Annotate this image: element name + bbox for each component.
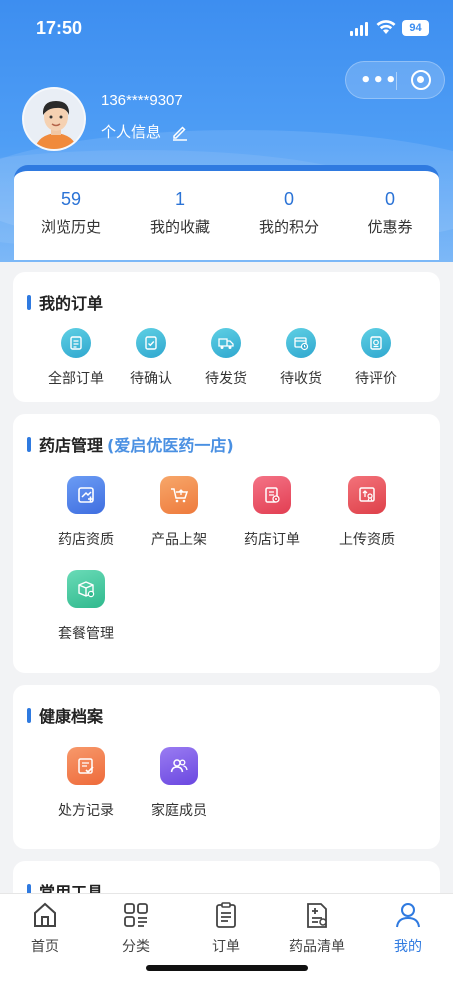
order-label: 待评价 xyxy=(355,371,397,387)
title-accent-bar xyxy=(27,436,31,452)
home-icon xyxy=(34,902,56,927)
battery-icon: 94 xyxy=(402,20,429,36)
order-pending-receive[interactable]: 待收货 xyxy=(263,328,339,388)
profile-link[interactable]: 个人信息 xyxy=(101,121,189,142)
grid-label: 处方记录 xyxy=(58,803,114,819)
grid-label: 家庭成员 xyxy=(151,803,207,819)
order-label: 全部订单 xyxy=(48,371,104,387)
grid-label: 药店订单 xyxy=(244,532,300,548)
stat-points[interactable]: 0 我的积分 xyxy=(234,189,344,237)
stat-label: 我的收藏 xyxy=(149,218,210,236)
tab-mine[interactable]: 我的 xyxy=(363,900,453,956)
stat-label: 优惠券 xyxy=(367,218,413,236)
stat-value: 1 xyxy=(174,189,185,209)
stats-card: 59 浏览历史 1 我的收藏 0 我的积分 0 优惠券 xyxy=(14,165,439,260)
home-indicator[interactable] xyxy=(146,965,308,971)
package-settings-icon xyxy=(67,570,105,608)
orders-card: 我的订单 全部订单 待确认 待发货 待收货 待评价 xyxy=(13,272,440,402)
user-phone: 136****9307 xyxy=(101,92,183,109)
more-icon[interactable]: ••• xyxy=(360,70,398,91)
tab-label: 我的 xyxy=(394,939,422,955)
order-settings-icon xyxy=(253,476,291,514)
family-icon xyxy=(160,747,198,785)
product-listing[interactable]: 产品上架 xyxy=(133,476,225,549)
wifi-icon xyxy=(376,20,396,34)
prescription-records[interactable]: 处方记录 xyxy=(40,747,132,820)
pharmacy-orders[interactable]: 药店订单 xyxy=(226,476,318,549)
tab-orders[interactable]: 订单 xyxy=(181,900,271,956)
order-pending-confirm[interactable]: 待确认 xyxy=(113,328,189,388)
grid-label: 上传资质 xyxy=(339,532,395,548)
status-time: 17:50 xyxy=(36,18,83,38)
package-management[interactable]: 套餐管理 xyxy=(40,570,132,643)
avatar[interactable] xyxy=(22,87,86,151)
drug-list-icon xyxy=(307,903,327,928)
stat-value: 59 xyxy=(60,189,82,209)
upload-qualification[interactable]: 上传资质 xyxy=(321,476,413,549)
truck-icon xyxy=(211,328,241,358)
edit-icon[interactable] xyxy=(171,123,189,141)
miniprogram-capsule[interactable]: ••• xyxy=(345,61,445,99)
order-label: 待确认 xyxy=(130,371,172,387)
stat-history[interactable]: 59 浏览历史 xyxy=(16,189,126,237)
pharmacy-title: 药店管理 (爱启优医药一店) xyxy=(27,432,234,456)
box-clock-icon xyxy=(286,328,316,358)
order-label: 待发货 xyxy=(205,371,247,387)
family-members[interactable]: 家庭成员 xyxy=(133,747,225,820)
order-pending-ship[interactable]: 待发货 xyxy=(188,328,264,388)
stat-value: 0 xyxy=(283,189,294,209)
profile-icon xyxy=(396,903,420,928)
order-list-icon xyxy=(216,902,236,928)
grid-label: 套餐管理 xyxy=(58,626,114,642)
profile-label: 个人信息 xyxy=(101,123,162,141)
certificate-icon xyxy=(67,476,105,514)
section-title: 健康档案 xyxy=(39,707,104,726)
order-label: 待收货 xyxy=(280,371,322,387)
order-pending-review[interactable]: 待评价 xyxy=(338,328,414,388)
tab-home[interactable]: 首页 xyxy=(0,900,90,956)
clipboard-icon xyxy=(61,328,91,358)
review-icon xyxy=(361,328,391,358)
tab-label: 订单 xyxy=(212,939,240,955)
grid-label: 药店资质 xyxy=(58,532,114,548)
status-bar: 17:50 94 xyxy=(0,0,453,56)
signal-icon xyxy=(350,22,370,36)
close-target-icon[interactable] xyxy=(411,70,431,90)
tab-drug-list[interactable]: 药品清单 xyxy=(272,900,362,956)
tab-label: 药品清单 xyxy=(289,939,345,955)
prescription-icon xyxy=(67,747,105,785)
stat-favorites[interactable]: 1 我的收藏 xyxy=(125,189,235,237)
capsule-divider xyxy=(396,72,397,90)
stat-coupons[interactable]: 0 优惠券 xyxy=(335,189,445,237)
upload-certificate-icon xyxy=(348,476,386,514)
orders-title: 我的订单 xyxy=(27,290,103,314)
pharmacy-card: 药店管理 (爱启优医药一店) 药店资质 产品上架 药店订单 上传资质 套餐管理 xyxy=(13,414,440,673)
title-accent-bar xyxy=(27,707,31,723)
stat-label: 浏览历史 xyxy=(40,218,101,236)
check-document-icon xyxy=(136,328,166,358)
tab-category[interactable]: 分类 xyxy=(91,900,181,956)
store-name: (爱启优医药一店) xyxy=(107,436,234,455)
section-title: 我的订单 xyxy=(39,294,104,313)
section-title: 药店管理 xyxy=(39,436,104,455)
cart-upload-icon xyxy=(160,476,198,514)
grid-label: 产品上架 xyxy=(151,532,207,548)
stat-value: 0 xyxy=(384,189,395,209)
tab-label: 分类 xyxy=(122,939,150,955)
stat-label: 我的积分 xyxy=(258,218,319,236)
tab-label: 首页 xyxy=(31,939,59,955)
order-all[interactable]: 全部订单 xyxy=(38,328,114,388)
health-title: 健康档案 xyxy=(27,703,103,727)
title-accent-bar xyxy=(27,294,31,310)
category-icon xyxy=(124,903,148,927)
pharmacy-qualification[interactable]: 药店资质 xyxy=(40,476,132,549)
health-card: 健康档案 处方记录 家庭成员 xyxy=(13,685,440,849)
